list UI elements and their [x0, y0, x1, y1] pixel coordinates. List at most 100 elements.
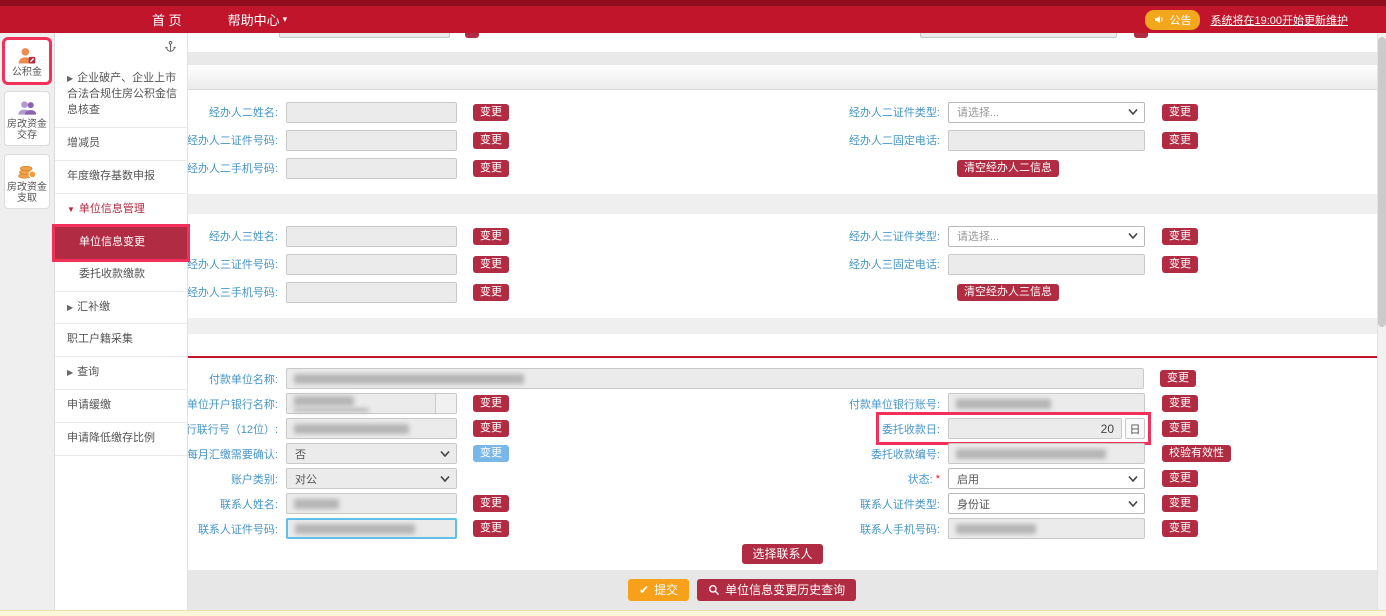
change-history-query-button[interactable]: 单位信息变更历史查询: [697, 579, 856, 601]
rail-item-person-edit[interactable]: 公积金: [4, 39, 50, 83]
text-input[interactable]: [286, 130, 457, 151]
change-button[interactable]: 变更: [473, 445, 509, 462]
nav-item[interactable]: 申请降低缴存比例: [55, 423, 187, 456]
dropdown[interactable]: 启用: [948, 468, 1145, 489]
anchor-icon[interactable]: [164, 40, 177, 58]
change-button[interactable]: 变更: [473, 520, 509, 537]
form-section-agent3: 经办人三姓名:变更经办人三证件类型:请选择...变更经办人三证件号码:变更经办人…: [188, 214, 1377, 318]
nav-item[interactable]: 增减员: [55, 128, 187, 161]
rail-item-people[interactable]: 房改资金交存: [4, 91, 50, 146]
nav-item[interactable]: 职工户籍采集: [55, 324, 187, 357]
form-row: 经办人二姓名:变更经办人二证件类型:请选择...变更: [188, 98, 1377, 126]
change-button[interactable]: [1134, 33, 1148, 38]
text-input[interactable]: [279, 33, 450, 38]
change-button[interactable]: 变更: [1162, 420, 1198, 437]
clear-info-button[interactable]: 清空经办人二信息: [957, 160, 1059, 177]
form-row: 经办人二手机号码:变更 清空经办人二信息: [188, 154, 1377, 182]
nav-item[interactable]: ▶企业破产、企业上市合法合规住房公积金信息核查: [55, 63, 187, 128]
text-input[interactable]: [286, 393, 457, 414]
text-input[interactable]: [286, 518, 457, 539]
text-input[interactable]: [948, 443, 1145, 464]
submit-button-label: 提交: [654, 584, 678, 596]
triangle-right-icon: ▶: [67, 368, 73, 377]
change-button[interactable]: 变更: [1162, 256, 1198, 273]
nav-item[interactable]: 年度缴存基数申报: [55, 161, 187, 194]
change-button[interactable]: 变更: [1162, 495, 1198, 512]
change-button[interactable]: 变更: [473, 104, 509, 121]
topbar: 首 页 帮助中心 ▾ 公告 系统将在19:00开始更新维护: [0, 0, 1386, 33]
nav-item[interactable]: ▶汇补缴: [55, 292, 187, 325]
submit-button[interactable]: ✔ 提交: [628, 579, 689, 601]
text-input[interactable]: [286, 102, 457, 123]
change-button[interactable]: 变更: [1162, 470, 1198, 487]
change-button[interactable]: [465, 33, 479, 38]
field-label: 经办人二证件号码:: [188, 132, 278, 148]
form-cell: 经办人三姓名:变更: [188, 226, 780, 247]
scrollbar-thumb[interactable]: [1378, 37, 1386, 327]
nav-item[interactable]: ▼单位信息管理: [55, 194, 187, 227]
menu-item-label: 帮助中心: [228, 10, 280, 29]
text-input[interactable]: [920, 33, 1117, 38]
text-input[interactable]: [948, 254, 1145, 275]
text-input[interactable]: [948, 518, 1145, 539]
text-input[interactable]: [286, 493, 457, 514]
text-input[interactable]: [286, 368, 1144, 389]
triangle-down-icon: ▼: [67, 205, 75, 214]
validate-button[interactable]: 校验有效性: [1162, 445, 1231, 462]
dropdown[interactable]: 否: [286, 443, 457, 464]
nav-item-label: 委托收款缴款: [79, 268, 145, 280]
text-input[interactable]: [286, 282, 457, 303]
app-window: 首 页 帮助中心 ▾ 公告 系统将在19:00开始更新维护 公积金房改资金交存房…: [0, 0, 1386, 616]
rail-item-coins[interactable]: 房改资金支取: [4, 154, 50, 209]
vertical-scrollbar[interactable]: [1377, 33, 1386, 610]
input-split-end: [435, 394, 456, 413]
change-button[interactable]: 变更: [473, 132, 509, 149]
dropdown[interactable]: 请选择...: [948, 226, 1145, 247]
text-input[interactable]: [286, 254, 457, 275]
text-input[interactable]: [948, 393, 1145, 414]
text-input[interactable]: [286, 418, 457, 439]
field-label: 经办人二证件类型:: [780, 104, 940, 120]
dropdown[interactable]: 对公: [286, 468, 457, 489]
form-cell: 清空经办人三信息: [780, 284, 1145, 301]
change-button[interactable]: 变更: [473, 228, 509, 245]
change-button[interactable]: 变更: [1162, 104, 1198, 121]
change-button[interactable]: 变更: [473, 284, 509, 301]
change-button[interactable]: 变更: [1162, 395, 1198, 412]
field-label: 经办人三固定电话:: [780, 256, 940, 272]
select-contact-button[interactable]: 选择联系人: [742, 544, 822, 564]
menu-item-help-center[interactable]: 帮助中心 ▾: [228, 10, 288, 29]
change-button[interactable]: 变更: [473, 395, 509, 412]
field-label: 付款单位开户银行名称:: [188, 396, 278, 412]
change-button[interactable]: 变更: [1162, 228, 1198, 245]
section-gap: [188, 194, 1377, 214]
maintenance-notice-link[interactable]: 系统将在19:00开始更新维护: [1210, 12, 1348, 28]
change-button[interactable]: 变更: [1162, 132, 1198, 149]
field-label: 经办人二固定电话:: [780, 132, 940, 148]
nav-item[interactable]: ▶查询: [55, 357, 187, 390]
text-input[interactable]: [286, 158, 457, 179]
dropdown[interactable]: 身份证: [948, 493, 1145, 514]
dropdown[interactable]: 请选择...: [948, 102, 1145, 123]
nav-item-active[interactable]: 单位信息变更: [55, 227, 187, 259]
clear-info-button[interactable]: 清空经办人三信息: [957, 284, 1059, 301]
change-button[interactable]: 变更: [473, 256, 509, 273]
nav-item[interactable]: 委托收款缴款: [55, 259, 187, 292]
selected-option: 请选择...: [957, 228, 999, 244]
form-cell: 账户类别:对公: [188, 468, 780, 489]
menu-item-home[interactable]: 首 页: [152, 10, 182, 29]
text-input[interactable]: 20: [948, 418, 1122, 439]
change-button[interactable]: 变更: [473, 495, 509, 512]
history-button-label: 单位信息变更历史查询: [725, 584, 845, 596]
change-button[interactable]: 变更: [473, 160, 509, 177]
text-input[interactable]: [948, 130, 1145, 151]
selected-option: 身份证: [957, 496, 990, 512]
nav-item[interactable]: 申请缓缴: [55, 390, 187, 423]
redacted-value: [956, 449, 1106, 459]
text-input[interactable]: [286, 226, 457, 247]
change-button[interactable]: 变更: [1160, 370, 1196, 387]
redacted-value: [295, 524, 415, 534]
form-cell: 经办人二手机号码:变更: [188, 158, 780, 179]
change-button[interactable]: 变更: [1162, 520, 1198, 537]
change-button[interactable]: 变更: [473, 420, 509, 437]
